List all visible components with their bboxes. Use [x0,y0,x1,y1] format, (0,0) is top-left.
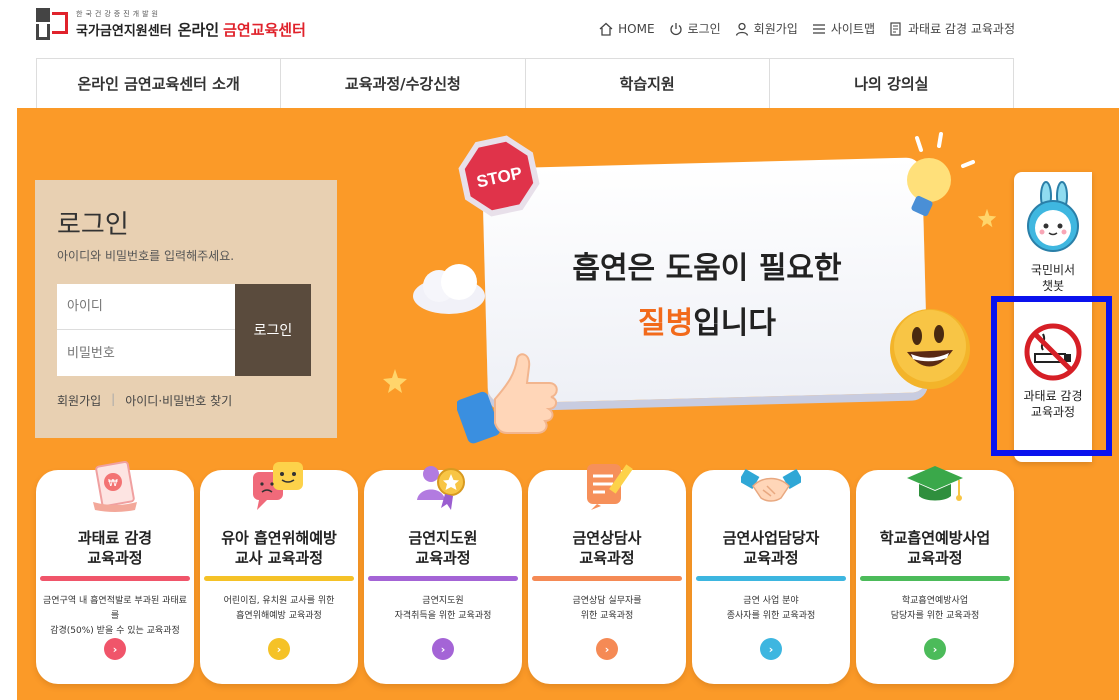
highlight-frame [991,296,1112,456]
site-header: 한국건강증진개발원 국가금연지원센터 온라인 금연교육센터 HOME 로그인 회… [0,0,1119,58]
quick-chatbot-label-2: 챗봇 [1041,279,1065,293]
handshake-icon [741,468,801,502]
course-divider [696,576,846,581]
logo-mark-icon [36,8,68,40]
course-card-instructor[interactable]: 금연지도원 교육과정 금연지도원 자격취득을 위한 교육과정 › [364,466,522,684]
course-title: 유아 흡연위해예방 교사 교육과정 [221,529,337,567]
login-form: 로그인 [57,284,311,376]
home-icon [599,22,613,36]
svg-text:₩: ₩ [108,478,118,489]
course-divider [532,576,682,581]
course-divider [40,576,190,581]
main-nav: 온라인 금연교육센터 소개 교육과정/수강신청 학습지원 나의 강의실 [36,58,1014,108]
utility-menu: HOME 로그인 회원가입 사이트맵 과태료 감경 교육과정 [585,20,1015,37]
banner-headline-2: 질병입니다 [557,298,857,342]
login-id-input[interactable] [57,284,235,330]
course-card-school-prevention[interactable]: 학교흡연예방사업 교육과정 학교흡연예방사업 담당자를 위한 교육과정 › [856,466,1014,684]
arrow-right-icon[interactable]: › [268,638,290,660]
util-signup-link[interactable]: 회원가입 [735,20,798,37]
course-card-fine-reduction[interactable]: ₩ 과태료 감경 교육과정 금연구역 내 흡연적발로 부과된 과태료를 감경(50%… [36,461,194,684]
course-card-list: ₩ 과태료 감경 교육과정 금연구역 내 흡연적발로 부과된 과태료를 감경(50%… [36,461,1014,700]
course-title: 금연상담사 교육과정 [572,529,642,567]
find-account-link[interactable]: 아이디·비밀번호 찾기 [125,392,232,409]
star-icon [383,369,407,393]
arrow-right-icon[interactable]: › [104,638,126,660]
cloud-icon [413,264,485,314]
logo-org-name: 국가금연지원센터 [76,23,172,39]
course-title: 학교흡연예방사업 교육과정 [879,529,991,567]
util-login-link[interactable]: 로그인 [669,20,721,37]
util-fine-course-link[interactable]: 과태료 감경 교육과정 [889,20,1015,37]
nav-item-my-classroom[interactable]: 나의 강의실 [770,59,1014,108]
util-home-link[interactable]: HOME [599,21,655,36]
login-button[interactable]: 로그인 [235,284,311,376]
course-divider [368,576,518,581]
login-password-input[interactable] [57,330,235,376]
nav-item-courses[interactable]: 교육과정/수강신청 [281,59,526,108]
arrow-right-icon[interactable]: › [432,638,454,660]
stop-sign-icon: STOP [458,135,540,217]
quick-chatbot-label-1: 국민비서 [1030,263,1076,277]
util-login-label: 로그인 [687,22,721,36]
course-card-program-manager[interactable]: 금연사업담당자 교육과정 금연 사업 분야 종사자를 위한 교육과정 › [692,468,850,684]
login-panel: 로그인 아이디와 비밀번호를 입력해주세요. 로그인 회원가입 | 아이디·비밀… [35,180,337,438]
course-title: 과태료 감경 교육과정 [77,529,153,567]
course-divider [204,576,354,581]
banner-headline-2-rest: 입니다 [693,306,776,341]
course-description: 금연상담 실무자를 위한 교육과정 [572,596,642,621]
course-title: 금연사업담당자 교육과정 [722,529,820,567]
logo-org-small: 한국건강증진개발원 [76,9,161,18]
nav-item-about[interactable]: 온라인 금연교육센터 소개 [37,59,282,108]
chatbot-icon [1027,181,1079,252]
document-icon [890,21,901,36]
award-person-icon [417,466,465,510]
lightbulb-icon [907,132,975,217]
thumbs-up-icon [457,353,558,444]
quick-chatbot[interactable]: 국민비서 챗봇 [1014,180,1092,294]
course-card-counselor[interactable]: 금연상담사 교육과정 금연상담 실무자를 위한 교육과정 › [528,464,686,684]
util-home-label: HOME [618,21,655,36]
login-title: 로그인 [57,210,129,240]
course-description: 금연구역 내 흡연적발로 부과된 과태료를 감경(50%) 받을 수 있는 교육과… [43,596,187,636]
banner-highlight: 질병 [637,306,694,341]
course-title: 금연지도원 교육과정 [408,529,478,567]
course-description: 금연지도원 자격취득을 위한 교육과정 [394,596,492,621]
course-description: 금연 사업 분야 종사자를 위한 교육과정 [726,596,816,621]
util-fine-course-label: 과태료 감경 교육과정 [908,22,1015,36]
nav-item-learning-support[interactable]: 학습지원 [526,59,770,108]
logo-online: 온라인 [177,20,220,39]
util-sitemap-link[interactable]: 사이트맵 [812,20,875,37]
course-description: 어린이집, 유치원 교사를 위한 흡연위해예방 교육과정 [223,596,335,621]
speech-bubbles-icon [253,462,303,510]
course-card-preschool-teacher[interactable]: 유아 흡연위해예방 교사 교육과정 어린이집, 유치원 교사를 위한 흡연위해예방 … [200,462,358,684]
user-icon [735,22,748,36]
graduation-cap-icon [907,466,963,501]
logo-center-name: 금연교육센터 [223,20,306,39]
util-signup-label: 회원가입 [753,22,798,36]
menu-icon [812,23,825,34]
arrow-right-icon[interactable]: › [924,638,946,660]
certificate-icon: ₩ [93,461,137,512]
smiley-icon [890,309,970,389]
banner-headline-1: 흡연은 도움이 필요한 [572,251,842,286]
course-description: 학교흡연예방사업 담당자를 위한 교육과정 [890,596,980,621]
util-sitemap-label: 사이트맵 [830,22,875,36]
course-divider [860,576,1010,581]
login-links: 회원가입 | 아이디·비밀번호 찾기 [57,392,232,409]
site-logo[interactable]: 한국건강증진개발원 국가금연지원센터 온라인 금연교육센터 [36,8,306,40]
arrow-right-icon[interactable]: › [596,638,618,660]
login-description: 아이디와 비밀번호를 입력해주세요. [57,249,235,263]
link-separator: | [111,392,116,406]
arrow-right-icon[interactable]: › [760,638,782,660]
power-icon [669,22,682,35]
note-pencil-icon [587,464,633,510]
signup-link[interactable]: 회원가입 [57,392,101,409]
